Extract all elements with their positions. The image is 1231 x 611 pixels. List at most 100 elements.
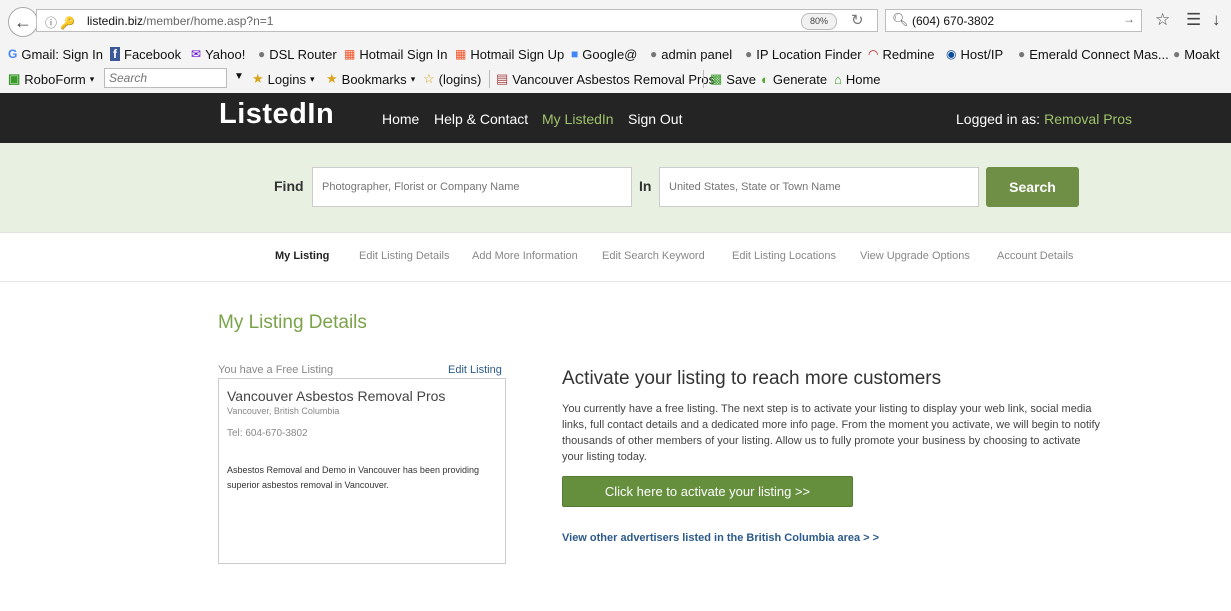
listing-name: Vancouver Asbestos Removal Pros: [227, 388, 446, 404]
search-band: Find In Search: [0, 143, 1231, 233]
bookmark-label: admin panel: [661, 46, 733, 62]
bookmark-facebook[interactable]: f Facebook: [110, 43, 181, 65]
search-dropdown-icon[interactable]: ▼: [234, 71, 244, 82]
site-logo[interactable]: ListedIn: [219, 98, 334, 131]
roboform-label: RoboForm: [24, 71, 86, 87]
logins-bookmark[interactable]: ☆ (logins): [423, 68, 481, 90]
star-icon[interactable]: ☆: [1155, 10, 1170, 30]
home-label: Home: [845, 71, 881, 87]
view-advertisers-link[interactable]: View other advertisers listed in the Bri…: [562, 532, 879, 544]
page-title: My Listing Details: [218, 312, 367, 333]
member-subnav: My Listing Edit Listing Details Add More…: [0, 232, 1231, 282]
bookmark-moakt[interactable]: ● Moakt: [1173, 43, 1220, 65]
site-header: ListedIn Home Help & Contact My ListedIn…: [0, 93, 1231, 143]
search-query: (604) 670-3802: [912, 14, 995, 28]
back-button[interactable]: ←: [8, 7, 38, 37]
listing-card: Vancouver Asbestos Removal Pros Vancouve…: [218, 378, 506, 564]
facebook-icon: f: [110, 47, 120, 61]
bookmarks-menu[interactable]: ★ Bookmarks ▾: [326, 68, 415, 90]
browser-chrome: ← ⓘ 🔑 listedin.biz/member/home.asp?n=1 8…: [0, 0, 1231, 94]
bookmark-label: Host/IP: [960, 46, 1004, 62]
bookmark-redmine[interactable]: ◠ Redmine: [868, 43, 935, 65]
save-button[interactable]: ▩ Save: [710, 68, 756, 90]
activate-description: You currently have a free listing. The n…: [562, 403, 1101, 463]
download-icon[interactable]: ↓: [1212, 10, 1221, 30]
tab-edit-listing-details[interactable]: Edit Listing Details: [359, 250, 450, 262]
home-button[interactable]: ⌂ Home: [834, 68, 881, 90]
bookmarks-label: Bookmarks: [341, 71, 407, 87]
browser-search-bar[interactable]: 🔍︎ (604) 670-3802 →: [885, 9, 1142, 32]
activate-listing-button[interactable]: Click here to activate your listing >>: [562, 476, 853, 507]
logins2-label: (logins): [438, 71, 482, 87]
separator: [703, 70, 704, 88]
nav-sign-out[interactable]: Sign Out: [628, 111, 682, 127]
separator: [489, 70, 490, 88]
bookmark-label: Emerald Connect Mas...: [1029, 46, 1169, 62]
bookmark-label: Hotmail Sign In: [359, 46, 448, 62]
roboform-icon: ▣: [8, 71, 21, 86]
site-info-icon[interactable]: ⓘ 🔑: [45, 14, 75, 31]
tab-view-upgrade-options[interactable]: View Upgrade Options: [860, 250, 970, 262]
search-go-icon[interactable]: →: [1123, 12, 1135, 26]
save-label: Save: [726, 71, 756, 87]
bookmark-hotmail-signup[interactable]: ▦ Hotmail Sign Up: [455, 43, 564, 65]
listing-description: Asbestos Removal and Demo in Vancouver h…: [227, 465, 479, 490]
page-identity-item[interactable]: ▤ Vancouver Asbestos Removal Pros: [496, 68, 715, 90]
logins-menu[interactable]: ★ Logins ▾: [252, 68, 315, 90]
listing-location: Vancouver, British Columbia: [227, 406, 340, 416]
location-input[interactable]: [659, 167, 979, 207]
bookmark-label: Google@: [582, 46, 638, 62]
logged-in-user[interactable]: Removal Pros: [1044, 111, 1132, 127]
nav-my-listedin[interactable]: My ListedIn: [542, 111, 614, 127]
url-path: /member/home.asp?n=1: [143, 14, 274, 28]
reload-icon[interactable]: ↻: [851, 11, 864, 29]
google-translate-icon: ■: [571, 47, 579, 61]
bookmark-gmail[interactable]: G Gmail: Sign In: [8, 43, 103, 65]
bookmark-host-ip[interactable]: ◉ Host/IP: [946, 43, 1003, 65]
bookmark-admin-panel[interactable]: ● admin panel: [650, 43, 732, 65]
bookmark-emerald[interactable]: ● Emerald Connect Mas...: [1018, 43, 1169, 65]
nav-help-contact[interactable]: Help & Contact: [434, 111, 528, 127]
tab-account-details[interactable]: Account Details: [997, 250, 1073, 262]
zoom-indicator[interactable]: 80%: [801, 13, 838, 30]
roboform-search-input[interactable]: [104, 68, 227, 88]
star-icon: ☆: [423, 71, 435, 86]
tab-my-listing[interactable]: My Listing: [275, 250, 329, 262]
bookmark-label: DSL Router: [269, 46, 337, 62]
find-input[interactable]: [312, 167, 632, 207]
bookmarks-toolbar: G Gmail: Sign In f Facebook ✉ Yahoo! ● DSL R…: [0, 43, 1231, 65]
tab-add-more-information[interactable]: Add More Information: [472, 250, 578, 262]
bookmark-hotmail-signin[interactable]: ▦ Hotmail Sign In: [344, 43, 448, 65]
roboform-toolbar: ▣RoboForm▾ ▼ ★Logins▾ ★Bookmarks▾ ☆(logi…: [0, 68, 1231, 90]
search-icon: 🔍︎: [892, 12, 909, 27]
generate-label: Generate: [772, 71, 828, 87]
logged-in-status: Logged in as: Removal Pros: [956, 111, 1132, 127]
tab-edit-listing-locations[interactable]: Edit Listing Locations: [732, 250, 836, 262]
back-arrow-icon: ←: [14, 11, 32, 32]
reading-list-icon[interactable]: ☰: [1186, 10, 1201, 30]
bookmark-yahoo[interactable]: ✉ Yahoo!: [191, 43, 245, 65]
search-button[interactable]: Search: [986, 167, 1079, 207]
roboform-menu[interactable]: ▣ RoboForm ▾: [8, 68, 94, 90]
edit-listing-link[interactable]: Edit Listing: [448, 364, 502, 376]
globe-icon: ●: [1173, 47, 1181, 61]
nav-home[interactable]: Home: [382, 111, 419, 127]
windows-icon: ▦: [455, 47, 467, 61]
logged-in-label: Logged in as:: [956, 111, 1041, 127]
bookmark-label: Yahoo!: [205, 46, 246, 62]
generate-button[interactable]: ◐ Generate: [761, 68, 827, 90]
bookmark-label: Moakt: [1184, 46, 1220, 62]
logins-label: Logins: [267, 71, 306, 87]
bookmark-ip-location[interactable]: ● IP Location Finder: [745, 43, 862, 65]
tab-edit-search-keyword[interactable]: Edit Search Keyword: [602, 250, 705, 262]
home-icon: ⌂: [834, 71, 842, 87]
globe-icon: ●: [650, 47, 658, 61]
in-label: In: [639, 178, 652, 194]
yahoo-icon: ✉: [191, 47, 202, 61]
bookmark-google[interactable]: ■ Google@: [571, 43, 637, 65]
address-bar[interactable]: ⓘ 🔑 listedin.biz/member/home.asp?n=1 80%…: [36, 9, 878, 32]
dropdown-icon: ▾: [410, 73, 416, 84]
bookmark-dsl-router[interactable]: ● DSL Router: [258, 43, 337, 65]
google-icon: G: [8, 47, 18, 61]
free-listing-label: You have a Free Listing: [218, 364, 334, 376]
